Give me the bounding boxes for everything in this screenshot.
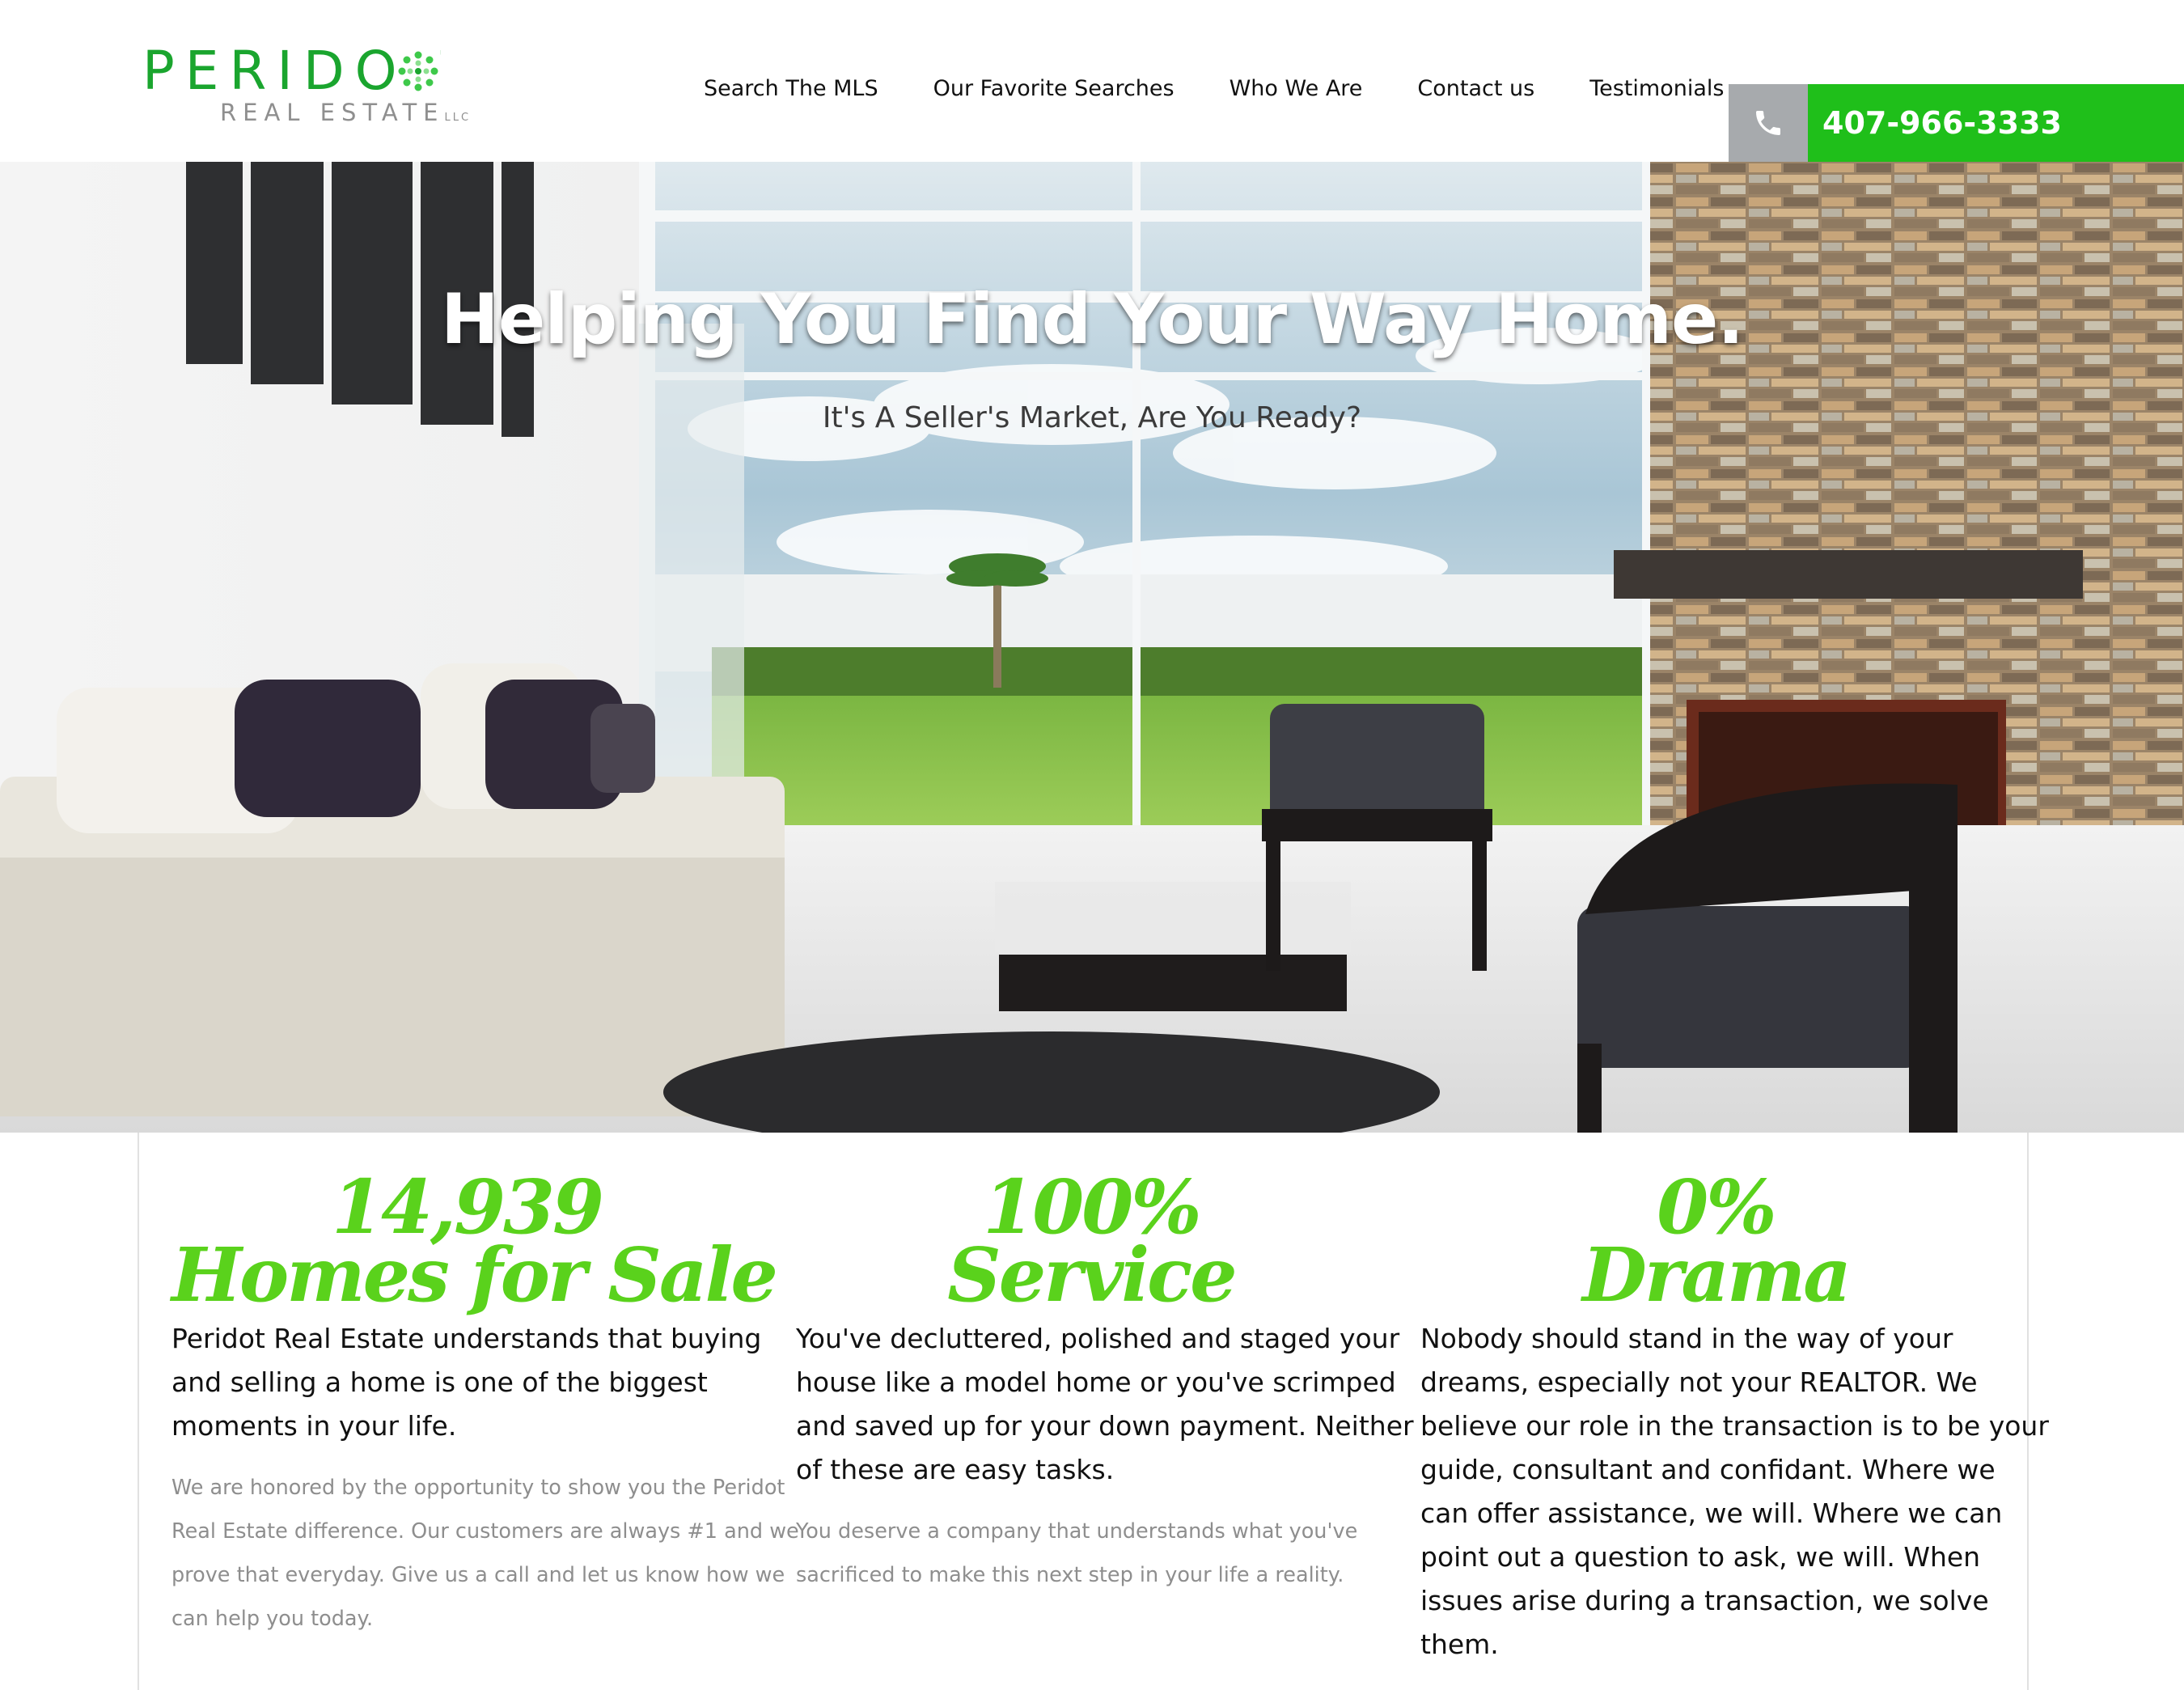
feature-minor-text: We are honored by the opportunity to sho…: [171, 1466, 799, 1641]
text-line: You've decluttered, polished and staged …: [796, 1323, 1400, 1354]
nav-item-contact[interactable]: Contact us: [1417, 76, 1534, 160]
feature-caption: Homes for Sale: [171, 1231, 778, 1319]
nav-item-label: Testimonials: [1589, 76, 1725, 101]
text-line: can help you today.: [171, 1607, 374, 1631]
phone-number[interactable]: 407-966-3333: [1808, 84, 2184, 162]
text-line: Peridot Real Estate understands that buy…: [171, 1323, 762, 1354]
text-line: house like a model home or you've scrimp…: [796, 1366, 1396, 1398]
text-line: believe our role in the transaction is t…: [1420, 1410, 2049, 1442]
text-line: You deserve a company that understands w…: [796, 1519, 1358, 1544]
logo-subtitle: REAL ESTATELLC: [220, 99, 471, 132]
text-line: of these are easy tasks.: [796, 1454, 1115, 1485]
text-line: Real Estate difference. Our customers ar…: [171, 1519, 799, 1544]
gem-icon: [396, 49, 440, 93]
feature-lead-text: Nobody should stand in the way of your d…: [1420, 1317, 2049, 1667]
text-line: point out a question to ask, we will. Wh…: [1420, 1541, 1981, 1573]
text-line: and saved up for your down payment. Neit…: [796, 1410, 1414, 1442]
feature-minor-text: You deserve a company that understands w…: [796, 1510, 1386, 1597]
logo-llc: LLC: [444, 112, 472, 124]
text-line: issues arise during a transaction, we so…: [1420, 1585, 1989, 1616]
phone-icon: [1756, 111, 1780, 135]
feature-caption: Service: [947, 1231, 1237, 1319]
feature-service: 100% Service You've decluttered, polishe…: [796, 1133, 1414, 1597]
nav-item-label: Search The MLS: [704, 76, 878, 101]
nav-item-testimonials[interactable]: Testimonials: [1589, 76, 1724, 160]
text-line: them.: [1420, 1629, 1499, 1660]
feature-homes-for-sale: 14,939 Homes for Sale Peridot Real Estat…: [171, 1133, 799, 1641]
phone-icon-box: [1729, 84, 1808, 162]
hero-subtitle: It's A Seller's Market, Are You Ready?: [822, 401, 1362, 434]
text-line: guide, consultant and confidant. Where w…: [1420, 1454, 1996, 1485]
feature-lead-text: You've decluttered, polished and staged …: [796, 1317, 1414, 1492]
text-line: Nobody should stand in the way of your: [1420, 1323, 1953, 1354]
nav-item-favorite-searches[interactable]: Our Favorite Searches: [933, 76, 1175, 160]
text-line: prove that everyday. Give us a call and …: [171, 1563, 785, 1587]
nav-item-label: Our Favorite Searches: [933, 76, 1175, 101]
hero-banner: Helping You Find Your Way Home. It's A S…: [0, 162, 2184, 1133]
nav-item-who-we-are[interactable]: Who We Are: [1230, 76, 1363, 160]
hero-title: Helping You Find Your Way Home.: [440, 279, 1744, 360]
nav-item-label: Who We Are: [1229, 76, 1363, 101]
main-nav: Search The MLS Our Favorite Searches Who…: [704, 76, 1779, 162]
site-header: PERIDOT REAL ESTATELLC Search The MLS Ou…: [0, 0, 2184, 162]
feature-lead-text: Peridot Real Estate understands that buy…: [171, 1317, 762, 1448]
text-line: and selling a home is one of the biggest: [171, 1366, 708, 1398]
text-line: moments in your life.: [171, 1410, 457, 1442]
text-line: sacrificed to make this next step in you…: [796, 1563, 1344, 1587]
nav-item-label: Contact us: [1417, 76, 1535, 101]
logo-subtitle-text: REAL ESTATE: [220, 99, 445, 126]
text-line: can offer assistance, we will. Where we …: [1420, 1497, 2003, 1529]
feature-caption: Drama: [1582, 1231, 1852, 1319]
logo[interactable]: PERIDOT REAL ESTATELLC: [142, 42, 468, 131]
text-line: dreams, especially not your REALTOR. We: [1420, 1366, 1978, 1398]
phone-cta[interactable]: 407-966-3333: [1729, 84, 2184, 162]
text-line: We are honored by the opportunity to sho…: [171, 1476, 785, 1500]
nav-item-search-mls[interactable]: Search The MLS: [704, 76, 878, 160]
features-section: 14,939 Homes for Sale Peridot Real Estat…: [138, 1133, 2049, 1690]
feature-drama: 0% Drama Nobody should stand in the way …: [1420, 1133, 2049, 1667]
